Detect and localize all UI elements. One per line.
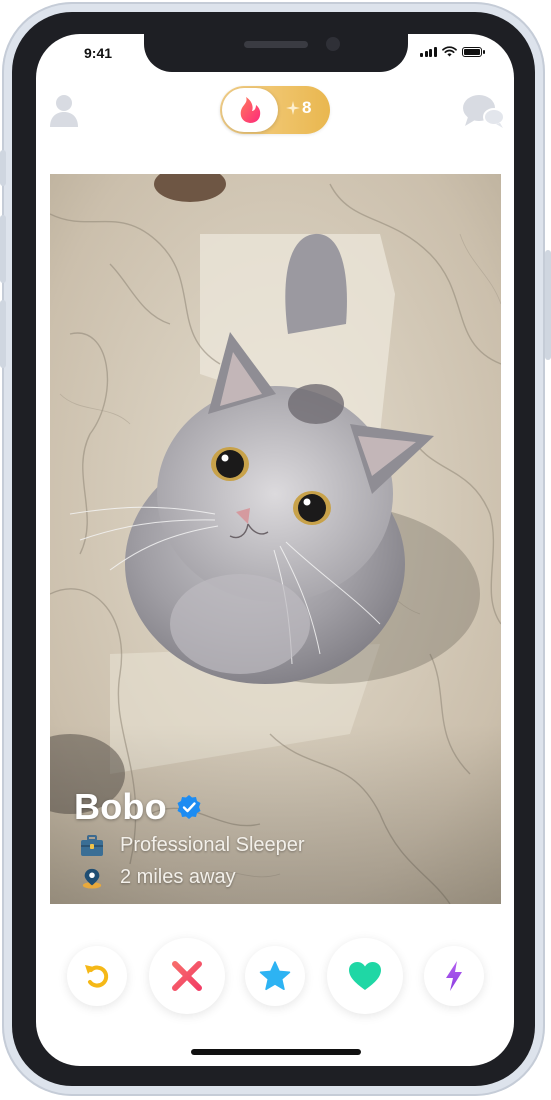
cellular-signal-icon [420,46,437,57]
job-row: Professional Sleeper [80,834,305,857]
rewind-icon [85,965,109,988]
sparkle-icon [286,101,300,115]
notch [144,34,408,72]
discover-knob[interactable] [222,88,278,132]
volume-down-button [0,300,6,368]
messages-button[interactable] [462,93,506,131]
chat-icon [463,95,505,128]
profile-button[interactable] [48,93,80,129]
boost-button[interactable] [424,946,484,1006]
heart-icon [349,962,381,990]
mute-switch [0,150,6,186]
likes-counter: 8 [286,98,311,118]
power-button [545,250,551,360]
flame-icon [240,97,261,123]
distance-row: 2 miles away [80,866,236,889]
battery-icon [461,47,485,57]
super-like-button[interactable] [245,946,305,1006]
profile-icon [50,95,78,127]
status-icons [420,46,485,57]
profile-card[interactable]: Bobo Professional Sleeper 2 miles away [50,174,501,904]
briefcase-icon [81,834,103,856]
location-pin-icon [82,868,102,889]
status-time: 9:41 [84,45,113,61]
rewind-button[interactable] [67,946,127,1006]
distance-text: 2 miles away [120,866,236,888]
like-button[interactable] [327,938,403,1014]
front-camera [326,37,340,51]
x-icon [172,961,202,991]
speaker-grille [244,41,308,48]
profile-name: Bobo [74,786,167,827]
discover-toggle[interactable]: 8 [220,86,330,134]
verified-badge-icon [177,795,201,819]
nope-button[interactable] [149,938,225,1014]
home-indicator[interactable] [191,1049,361,1055]
wifi-icon [441,46,457,57]
likes-count: 8 [302,98,312,117]
lightning-icon [446,961,462,991]
job-title: Professional Sleeper [120,834,305,856]
volume-up-button [0,215,6,283]
star-icon [259,961,291,991]
